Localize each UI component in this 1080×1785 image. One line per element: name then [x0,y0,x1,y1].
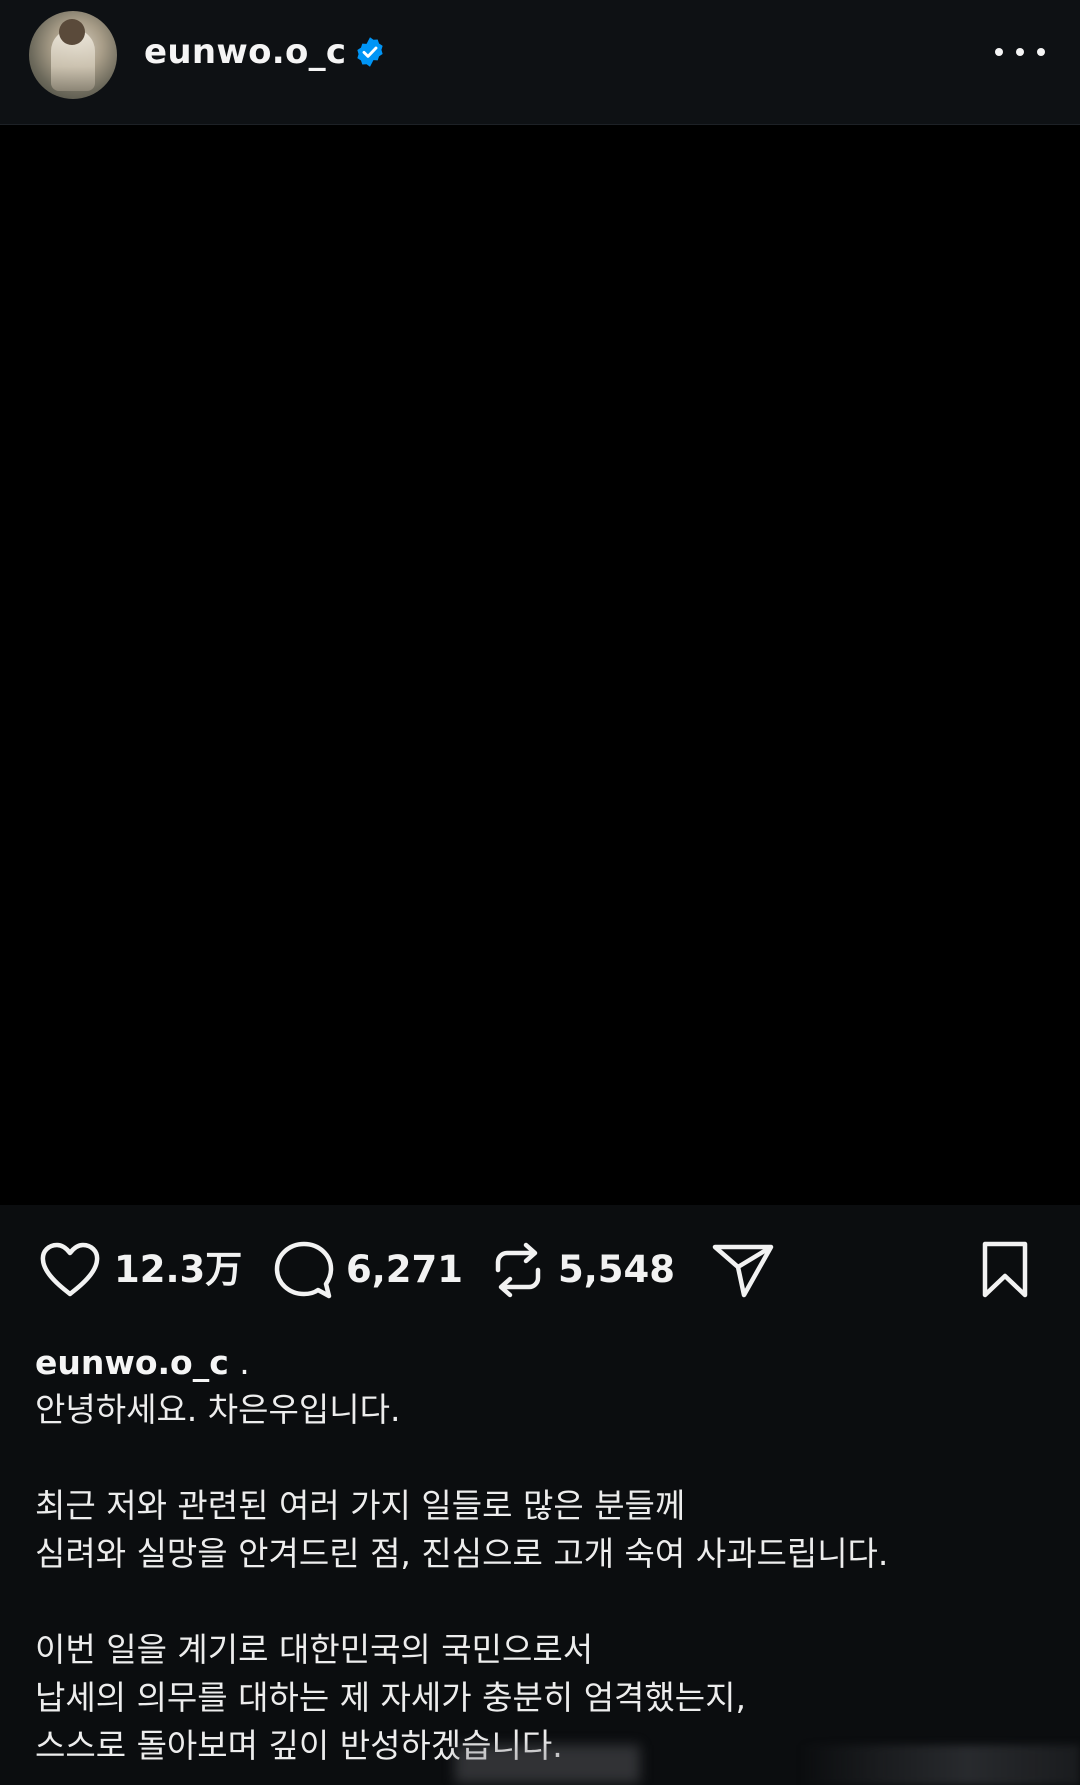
heart-icon [40,1242,100,1297]
post-header: eunwo.o_c [0,0,1080,125]
avatar[interactable] [29,11,117,99]
verified-badge-icon [357,37,383,67]
bookmark-icon [982,1241,1028,1298]
caption-username-suffix: . [239,1343,250,1382]
more-dot [1016,48,1024,56]
caption-username[interactable]: eunwo.o_c [35,1343,229,1382]
watermark-blur [800,1745,1080,1785]
caption-line: 납세의 의무를 대하는 제 자세가 충분히 엄격했는지, [35,1678,746,1717]
caption-header: eunwo.o_c . [35,1340,1045,1386]
post-caption: eunwo.o_c . 안녕하세요. 차은우입니다. 최근 저와 관련된 여러 … [35,1340,1045,1770]
more-options-button[interactable] [995,36,1045,68]
share-icon [712,1244,774,1298]
save-button[interactable] [980,1241,1030,1298]
like-count: 12.3万 [114,1248,243,1291]
repost-icon [495,1242,541,1298]
repost-count: 5,548 [558,1248,676,1291]
caption-line: 안녕하세요. 차은우입니다. [35,1390,401,1429]
avatar-head [59,19,85,45]
post-media[interactable] [0,125,1080,1205]
repost-button[interactable]: 5,548 [490,1242,675,1298]
caption-line: 이번 일을 계기로 대한민국의 국민으로서 [35,1630,594,1669]
action-bar: 12.3万 6,271 5,548 [0,1215,1080,1325]
more-dot [1037,48,1045,56]
share-button[interactable] [711,1242,775,1298]
comment-button[interactable]: 6,271 [274,1241,464,1299]
caption-line: 심려와 실망을 안겨드린 점, 진심으로 고개 숙여 사과드립니다. [35,1534,889,1573]
comment-count: 6,271 [346,1248,464,1291]
watermark-blur [455,1745,640,1783]
more-dot [995,48,1003,56]
header-username[interactable]: eunwo.o_c [144,30,346,74]
like-button[interactable]: 12.3万 [38,1242,242,1298]
caption-line: 최근 저와 관련된 여러 가지 일들로 많은 분들께 [35,1486,686,1525]
comment-icon [274,1241,334,1299]
